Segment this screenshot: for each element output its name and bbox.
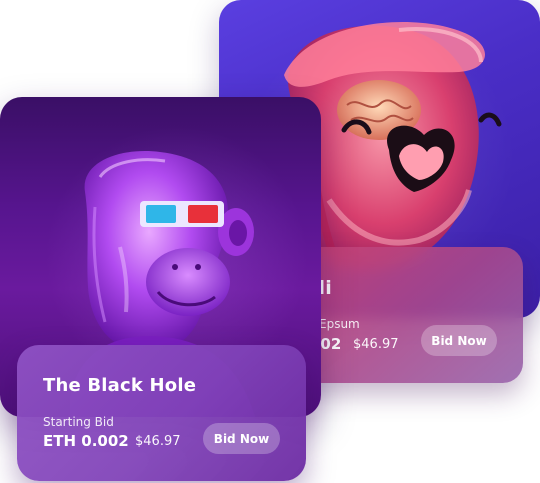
starting-bid-label: Epsum	[319, 317, 360, 331]
bid-now-button[interactable]: Bid Now	[203, 423, 280, 454]
eth-price: ETH 0.002	[43, 432, 129, 450]
usd-price: $46.97	[353, 337, 399, 352]
nft-title: The Black Hole	[43, 375, 197, 396]
bid-now-button[interactable]: Bid Now	[421, 325, 497, 356]
starting-bid-label: Starting Bid	[43, 415, 114, 429]
nft-info-panel-front: The Black Hole Starting Bid ETH 0.002 $4…	[17, 345, 306, 481]
usd-price: $46.97	[135, 434, 181, 449]
